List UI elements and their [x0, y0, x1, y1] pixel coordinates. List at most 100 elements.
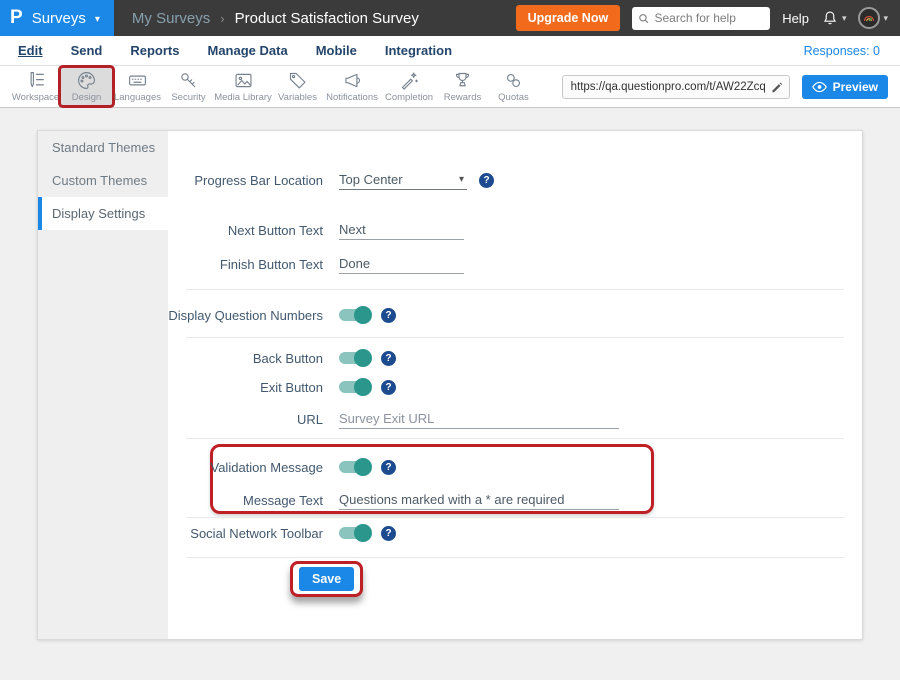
edit-toolbar: Workspace Design Languages Security Medi…: [0, 66, 900, 108]
finish-button-text-input[interactable]: [339, 254, 464, 274]
responses-count[interactable]: Responses: 0: [804, 44, 880, 58]
design-settings-panel: Standard Themes Custom Themes Display Se…: [37, 130, 863, 640]
bell-icon: [821, 9, 839, 27]
back-button-label: Back Button: [168, 351, 323, 366]
finish-button-text-label: Finish Button Text: [168, 257, 323, 272]
toolbar-item-notifications[interactable]: Notifications: [323, 68, 381, 105]
display-question-numbers-label: Display Question Numbers: [168, 308, 323, 323]
social-network-toolbar-label: Social Network Toolbar: [168, 526, 323, 541]
next-button-text-row: Next Button Text: [168, 219, 862, 241]
next-button-text-label: Next Button Text: [168, 223, 323, 238]
nav-tab-integration[interactable]: Integration: [385, 43, 452, 58]
survey-url-text: https://qa.questionpro.com/t/AW22Zcq2J: [571, 81, 766, 93]
header-right-actions: Upgrade Now Help ▾ ▾: [516, 5, 900, 31]
display-question-numbers-toggle[interactable]: [339, 309, 369, 321]
exit-button-toggle[interactable]: [339, 381, 369, 393]
breadcrumb-my-surveys[interactable]: My Surveys: [132, 10, 210, 27]
links-icon: [503, 70, 524, 91]
help-icon[interactable]: ?: [381, 351, 396, 366]
social-network-toolbar-toggle[interactable]: [339, 527, 369, 539]
nav-tab-mobile[interactable]: Mobile: [316, 43, 357, 58]
toolbar-item-design[interactable]: Design: [61, 68, 112, 105]
breadcrumb: My Surveys › Product Satisfaction Survey: [132, 10, 419, 27]
magic-wand-icon: [399, 70, 420, 91]
toolbar-item-rewards[interactable]: Rewards: [437, 68, 488, 105]
divider: [186, 557, 844, 558]
progress-bar-location-select[interactable]: Top Center ▾: [339, 170, 467, 190]
search-icon: [638, 12, 649, 25]
nav-tab-manage-data[interactable]: Manage Data: [207, 43, 287, 58]
edit-pencil-icon[interactable]: [770, 80, 783, 93]
preview-button[interactable]: Preview: [802, 75, 888, 99]
progress-bar-location-row: Progress Bar Location Top Center ▾ ?: [168, 169, 862, 191]
breadcrumb-current-survey: Product Satisfaction Survey: [235, 10, 419, 27]
avatar: [858, 7, 880, 29]
display-question-numbers-row: Display Question Numbers ?: [168, 304, 862, 326]
finish-button-text-row: Finish Button Text: [168, 253, 862, 275]
back-button-row: Back Button ?: [168, 347, 862, 369]
toggle-knob: [354, 458, 372, 476]
exit-url-input[interactable]: [339, 409, 619, 429]
toolbar-item-quotas[interactable]: Quotas: [488, 68, 539, 105]
survey-nav-bar: Edit Send Reports Manage Data Mobile Int…: [0, 36, 900, 66]
top-header: P Surveys ▾ My Surveys › Product Satisfa…: [0, 0, 900, 36]
keyboard-icon: [127, 70, 148, 91]
toolbar-item-workspace[interactable]: Workspace: [10, 68, 61, 105]
toggle-knob: [354, 524, 372, 542]
megaphone-icon: [342, 70, 363, 91]
surveys-product-menu[interactable]: P Surveys ▾: [0, 0, 114, 36]
help-icon[interactable]: ?: [381, 526, 396, 541]
exit-button-label: Exit Button: [168, 380, 323, 395]
nav-tab-send[interactable]: Send: [71, 43, 103, 58]
help-link[interactable]: Help: [782, 11, 809, 26]
notifications-bell-menu[interactable]: ▾: [821, 9, 847, 27]
design-sidebar: Standard Themes Custom Themes Display Se…: [38, 131, 168, 639]
help-icon[interactable]: ?: [479, 173, 494, 188]
exit-button-row: Exit Button ?: [168, 376, 862, 398]
toolbar-item-media-library[interactable]: Media Library: [214, 68, 272, 105]
back-button-toggle[interactable]: [339, 352, 369, 364]
divider: [186, 289, 844, 290]
divider: [186, 438, 844, 439]
chevron-down-icon: ▾: [95, 14, 100, 25]
sidebar-item-display-settings[interactable]: Display Settings: [38, 197, 168, 230]
message-text-label: Message Text: [168, 493, 323, 508]
divider: [186, 337, 844, 338]
toolbar-item-variables[interactable]: Variables: [272, 68, 323, 105]
product-menu-label: Surveys: [32, 10, 86, 27]
progress-bar-location-label: Progress Bar Location: [168, 173, 323, 188]
message-text-row: Message Text: [168, 489, 862, 511]
help-icon[interactable]: ?: [381, 308, 396, 323]
questionpro-logo: P: [10, 7, 23, 29]
upgrade-now-button[interactable]: Upgrade Now: [516, 5, 621, 31]
nav-tab-edit[interactable]: Edit: [18, 43, 43, 58]
workspace-icon: [25, 70, 46, 91]
exit-url-label: URL: [168, 412, 323, 427]
help-search-box[interactable]: [632, 7, 770, 30]
image-icon: [233, 70, 254, 91]
nav-tab-reports[interactable]: Reports: [130, 43, 179, 58]
next-button-text-input[interactable]: [339, 220, 464, 240]
chevron-down-icon: ▾: [842, 13, 847, 24]
account-menu[interactable]: ▾: [858, 7, 888, 29]
validation-message-label: Validation Message: [168, 460, 323, 475]
message-text-input[interactable]: [339, 490, 619, 510]
display-settings-form: Progress Bar Location Top Center ▾ ? Nex…: [168, 131, 862, 639]
toolbar-item-security[interactable]: Security: [163, 68, 214, 105]
save-button[interactable]: Save: [299, 567, 354, 591]
validation-message-row: Validation Message ?: [168, 456, 862, 478]
chevron-down-icon: ▾: [459, 174, 467, 185]
search-input[interactable]: [655, 11, 765, 25]
survey-url-field[interactable]: https://qa.questionpro.com/t/AW22Zcq2J: [562, 75, 790, 99]
toolbar-item-languages[interactable]: Languages: [112, 68, 163, 105]
toolbar-item-completion[interactable]: Completion: [381, 68, 437, 105]
help-icon[interactable]: ?: [381, 460, 396, 475]
help-icon[interactable]: ?: [381, 380, 396, 395]
validation-message-toggle[interactable]: [339, 461, 369, 473]
sidebar-item-custom-themes[interactable]: Custom Themes: [38, 164, 168, 197]
toggle-knob: [354, 349, 372, 367]
toggle-knob: [354, 378, 372, 396]
gauge-icon: [863, 13, 875, 23]
sidebar-item-standard-themes[interactable]: Standard Themes: [38, 131, 168, 164]
trophy-icon: [452, 70, 473, 91]
